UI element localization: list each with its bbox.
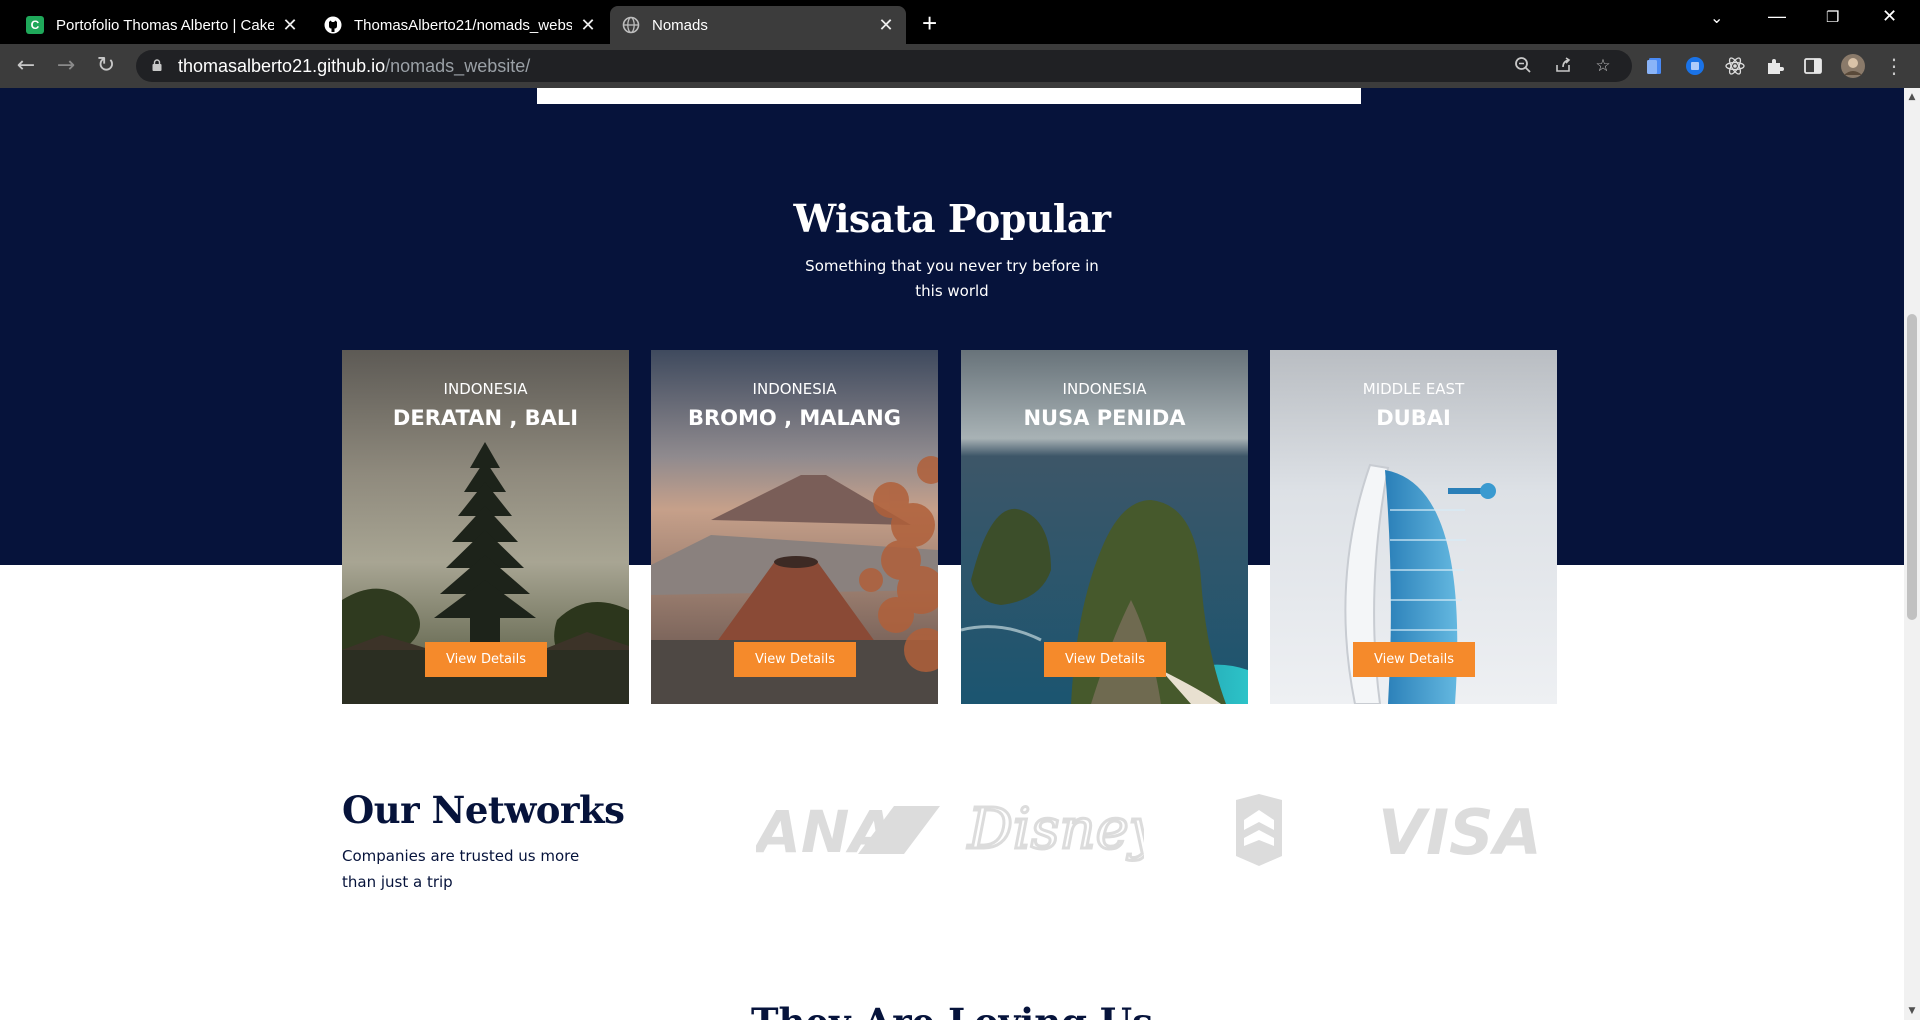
close-window-button[interactable]: ✕ <box>1882 6 1897 27</box>
page-scrollbar[interactable]: ▲ ▼ <box>1904 88 1920 1020</box>
destination-card[interactable]: INDONESIA DERATAN , BALI View Details <box>342 350 629 704</box>
globe-icon <box>622 16 640 34</box>
svg-text:Disney: Disney <box>967 797 1144 862</box>
tab-title: Portofolio Thomas Alberto | Cake <box>56 16 274 34</box>
view-details-button[interactable]: View Details <box>1353 642 1475 677</box>
url-host: thomasalberto21.github.io <box>178 56 386 76</box>
scroll-up-arrow[interactable]: ▲ <box>1907 92 1917 102</box>
card-destination-name: BROMO , MALANG <box>688 406 901 430</box>
card-country: INDONESIA <box>1062 380 1147 398</box>
svg-text:VISA: VISA <box>1378 796 1542 862</box>
networks-subtitle: Companies are trusted us more than just … <box>342 847 580 891</box>
profile-avatar[interactable] <box>1840 53 1866 79</box>
card-destination-name: DERATAN , BALI <box>392 406 579 430</box>
menu-kebab-icon[interactable]: ⋮ <box>1882 54 1906 78</box>
tab-nomads[interactable]: Nomads ✕ <box>610 6 906 44</box>
c-icon: C <box>26 16 44 34</box>
shield-logo <box>1228 792 1290 872</box>
card-country: INDONESIA <box>752 380 837 398</box>
tab-title: Nomads <box>652 16 708 34</box>
card-country: INDONESIA <box>443 380 528 398</box>
popular-subtitle: Something that you never try before in t… <box>805 257 1099 300</box>
close-icon[interactable]: ✕ <box>878 15 894 36</box>
url-path: /nomads_website/ <box>385 56 531 76</box>
destination-card[interactable]: INDONESIA NUSA PENIDA View Details <box>961 350 1248 704</box>
zoom-icon[interactable] <box>1512 56 1534 78</box>
popular-title: Wisata Popular <box>793 196 1111 241</box>
share-icon[interactable] <box>1552 56 1574 78</box>
url-text: thomasalberto21.github.io/nomads_website… <box>178 56 530 77</box>
side-panel-icon[interactable] <box>1802 55 1824 77</box>
visa-logo: VISA <box>1378 796 1548 869</box>
hero-panel-bottom-edge <box>537 88 1361 104</box>
extension-blue-icon[interactable] <box>1684 55 1706 77</box>
popular-section-background <box>0 88 1904 565</box>
testimonials-title: They Are Loving Us <box>0 1000 1904 1020</box>
card-destination-name: NUSA PENIDA <box>1023 406 1186 430</box>
tab-strip: C Portofolio Thomas Alberto | Cake ✕ Tho… <box>0 0 1920 44</box>
react-devtools-icon[interactable] <box>1724 55 1746 77</box>
destination-card[interactable]: INDONESIA BROMO , MALANG View Details <box>651 350 938 704</box>
scroll-down-arrow[interactable]: ▼ <box>1907 1006 1917 1016</box>
address-bar[interactable]: thomasalberto21.github.io/nomads_website… <box>136 50 1632 82</box>
destination-card[interactable]: MIDDLE EAST DUBAI View Details <box>1270 350 1557 704</box>
view-details-button[interactable]: View Details <box>425 642 547 677</box>
tab-portfolio[interactable]: C Portofolio Thomas Alberto | Cake ✕ <box>14 6 310 44</box>
card-country: MIDDLE EAST <box>1362 380 1465 398</box>
view-details-button[interactable]: View Details <box>1044 642 1166 677</box>
networks-title: Our Networks <box>342 788 625 832</box>
lock-icon <box>152 59 162 71</box>
reload-icon[interactable]: ↻ <box>94 54 118 78</box>
forward-icon[interactable]: → <box>54 54 78 78</box>
ana-logo: ANA <box>752 798 940 866</box>
tab-github[interactable]: ThomasAlberto21/nomads_webs ✕ <box>312 6 608 44</box>
bookmark-star-icon[interactable]: ☆ <box>1592 56 1614 78</box>
card-destination-name: DUBAI <box>1376 406 1451 430</box>
disney-logo: Disney <box>964 786 1164 872</box>
view-details-button[interactable]: View Details <box>734 642 856 677</box>
extensions-puzzle-icon[interactable] <box>1764 55 1786 77</box>
page-viewport: Wisata Popular Something that you never … <box>0 88 1904 1020</box>
browser-toolbar: ← → ↻ thomasalberto21.github.io/nomads_w… <box>0 44 1920 88</box>
tab-search-icon[interactable]: ⌄ <box>1710 8 1723 28</box>
github-icon <box>324 16 342 34</box>
minimize-button[interactable]: — <box>1768 6 1786 27</box>
close-icon[interactable]: ✕ <box>580 15 596 36</box>
back-icon[interactable]: ← <box>14 54 38 78</box>
tab-title: ThomasAlberto21/nomads_webs <box>354 16 572 34</box>
scrollbar-thumb[interactable] <box>1907 314 1917 620</box>
new-tab-button[interactable]: + <box>922 8 937 39</box>
close-icon[interactable]: ✕ <box>282 15 298 36</box>
restore-button[interactable]: ❐ <box>1826 8 1839 26</box>
docs-extension-icon[interactable] <box>1644 55 1666 77</box>
